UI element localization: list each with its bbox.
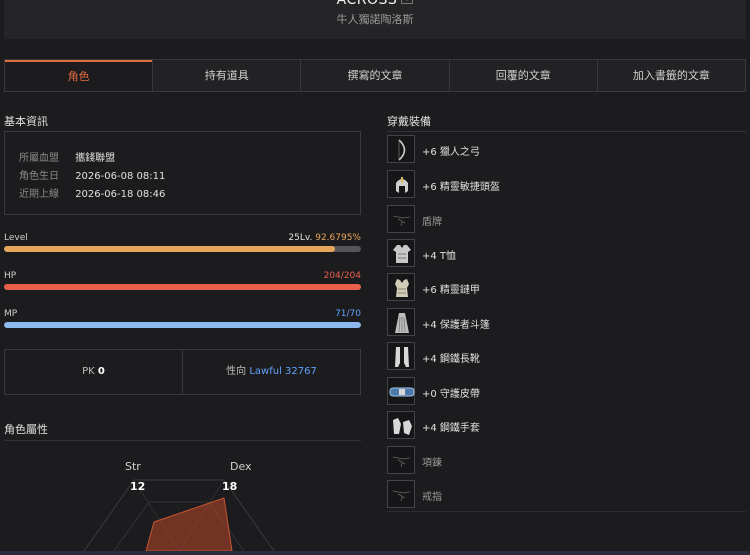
info-row-last-login: 近期上線 2026-06-18 08:46 — [19, 185, 165, 200]
clan-value: 攜錢聯盟 — [75, 153, 116, 164]
tab-character[interactable]: 角色 — [5, 60, 153, 91]
alignment-value: Lawful 32767 — [249, 366, 317, 377]
tab-bookmarks[interactable]: 加入書籤的文章 — [596, 60, 746, 91]
equipment-name: 項鍊 — [422, 458, 442, 469]
mp-bar-fill — [4, 322, 361, 328]
dex-label: Dex — [230, 460, 252, 473]
hp-label: HP — [4, 271, 17, 281]
equipment-name: +4 T恤 — [422, 251, 457, 262]
pk-label: PK — [82, 366, 95, 377]
empty-slot-icon[interactable] — [387, 446, 415, 474]
divider — [387, 131, 746, 132]
hp-bar-fill — [4, 284, 361, 290]
level-bar — [4, 246, 361, 252]
tab-bar: 角色 持有道具 撰寫的文章 回覆的文章 加入書籤的文章 — [4, 59, 746, 92]
attributes-radar-chart: Str Dex 12 18 — [83, 460, 275, 551]
pk-value: 0 — [97, 366, 105, 377]
equipment-title: 穿戴裝備 — [387, 115, 431, 128]
gloves-icon[interactable] — [387, 411, 415, 439]
str-label: Str — [125, 460, 141, 473]
equipment-name: +4 鋼鐵長靴 — [422, 354, 480, 365]
divider — [4, 440, 361, 441]
tab-posts[interactable]: 撰寫的文章 — [300, 60, 449, 91]
equipment-name: +0 守護皮帶 — [422, 389, 480, 400]
last-login-value: 2026-06-18 08:46 — [75, 189, 166, 200]
equipment-name: +6 獵人之弓 — [422, 147, 480, 158]
pk-cell: PK 0 — [5, 350, 182, 394]
server-name: 牛人獨諾陶洛斯 — [336, 13, 414, 26]
alignment-cell: 性向 Lawful 32767 — [182, 350, 360, 394]
level-bar-fill — [4, 246, 335, 252]
equipment-name: +4 保護者斗篷 — [422, 320, 490, 331]
page-bottom-edge — [0, 551, 750, 555]
pk-alignment-box: PK 0 性向 Lawful 32767 — [4, 349, 361, 395]
character-header: ACROSS▼ 牛人獨諾陶洛斯 — [4, 0, 746, 39]
divider — [387, 511, 746, 512]
equipment-name: +6 精靈鏈甲 — [422, 285, 480, 296]
birthday-value: 2026-06-08 08:11 — [75, 171, 166, 182]
empty-slot-icon[interactable] — [387, 205, 415, 233]
dex-value: 18 — [222, 480, 237, 493]
hp-bar — [4, 284, 361, 290]
info-key: 角色生日 — [19, 171, 59, 182]
attributes-title: 角色屬性 — [4, 423, 48, 436]
equipment-name: 盾牌 — [422, 217, 442, 228]
chevron-down-icon[interactable]: ▼ — [401, 0, 414, 4]
equipment-name: +6 精靈敏捷頭盔 — [422, 182, 500, 193]
chainmail-icon[interactable] — [387, 273, 415, 301]
hp-value: 204/204 — [323, 271, 361, 281]
helmet-icon[interactable] — [387, 170, 415, 198]
bow-icon[interactable] — [387, 135, 415, 163]
info-key: 所屬血盟 — [19, 153, 59, 164]
level-label: Level — [4, 233, 28, 243]
level-value: 25Lv. 92.6795% — [288, 233, 361, 243]
tab-replies[interactable]: 回覆的文章 — [448, 60, 597, 91]
str-value: 12 — [130, 480, 145, 493]
alignment-label: 性向 — [226, 366, 247, 377]
equipment-name: 戒指 — [422, 492, 442, 503]
info-key: 近期上線 — [19, 189, 59, 200]
tab-items[interactable]: 持有道具 — [152, 60, 301, 91]
cloak-icon[interactable] — [387, 308, 415, 336]
level-percent: 92.6795% — [315, 233, 361, 243]
info-row-clan: 所屬血盟 攜錢聯盟 — [19, 149, 115, 164]
boots-icon[interactable] — [387, 342, 415, 370]
level-lv: 25Lv. — [288, 233, 313, 243]
tshirt-icon[interactable] — [387, 239, 415, 267]
mp-label: MP — [4, 309, 18, 319]
mp-bar — [4, 322, 361, 328]
radar-value-area — [145, 497, 233, 551]
basic-info-title: 基本資訊 — [4, 115, 48, 128]
empty-slot-icon[interactable] — [387, 480, 415, 508]
character-name[interactable]: ACROSS▼ — [4, 0, 746, 8]
equipment-name: +4 鋼鐵手套 — [422, 423, 480, 434]
basic-info-box: 所屬血盟 攜錢聯盟 角色生日 2026-06-08 08:11 近期上線 202… — [4, 131, 361, 215]
mp-value: 71/70 — [335, 309, 361, 319]
belt-icon[interactable] — [387, 377, 415, 405]
info-row-birthday: 角色生日 2026-06-08 08:11 — [19, 167, 165, 182]
